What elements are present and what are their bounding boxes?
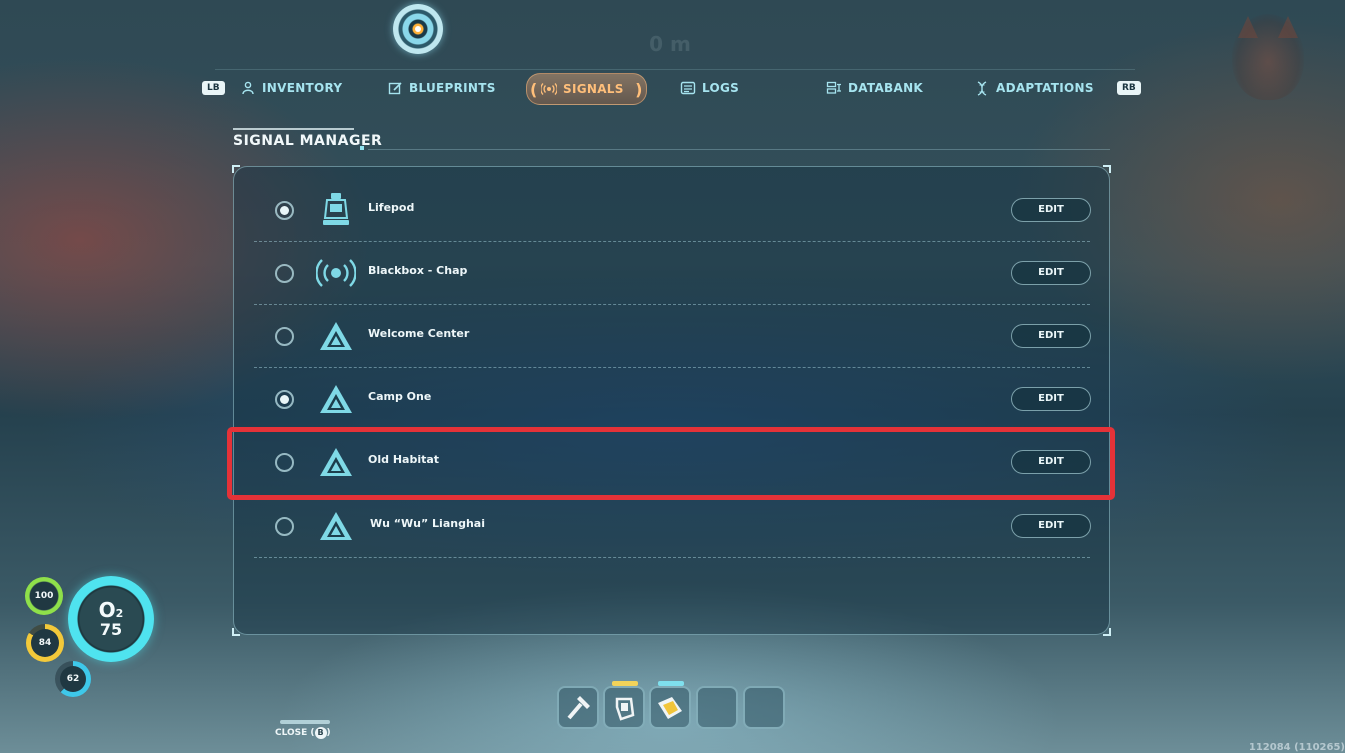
- rb-bumper-hint[interactable]: RB: [1117, 81, 1141, 95]
- wolf-emblem-icon: [1232, 14, 1304, 100]
- close-hint-glow: [280, 720, 330, 724]
- signal-name: Camp One: [368, 390, 432, 403]
- tab-signals[interactable]: SIGNALS: [526, 73, 647, 105]
- broadcast-icon: [316, 254, 356, 292]
- tab-label: ADAPTATIONS: [996, 81, 1094, 95]
- hotbar-slot-2[interactable]: [603, 686, 645, 729]
- signal-toggle-radio[interactable]: [275, 390, 294, 409]
- panel-corner: [1103, 628, 1111, 636]
- hotbar-slot-4[interactable]: [696, 686, 738, 729]
- beacon-icon: [316, 317, 356, 355]
- lb-bumper-hint[interactable]: LB: [202, 81, 225, 95]
- lifepod-icon: [316, 191, 356, 229]
- signal-toggle-radio[interactable]: [275, 327, 294, 346]
- panel-corner: [1103, 165, 1111, 173]
- edit-button[interactable]: EDIT: [1011, 324, 1091, 348]
- food-meter: 84: [26, 624, 64, 662]
- signal-name: Blackbox - Chap: [368, 264, 468, 277]
- signal-row-wu-lianghai[interactable]: Wu “Wu” Lianghai EDIT: [254, 495, 1091, 558]
- tab-label: BLUEPRINTS: [409, 81, 496, 95]
- hammer-tool-icon: [567, 695, 590, 719]
- oxygen-subscript: 2: [115, 607, 124, 620]
- tab-databank[interactable]: DATABANK: [826, 77, 923, 99]
- tab-label: LOGS: [702, 81, 740, 95]
- panel-corner: [232, 165, 240, 173]
- compass-icon: [393, 4, 443, 54]
- signal-icon: [541, 81, 557, 97]
- health-value: 100: [34, 591, 54, 601]
- signal-toggle-radio[interactable]: [275, 201, 294, 220]
- signal-toggle-radio[interactable]: [275, 517, 294, 536]
- close-suffix: ): [326, 728, 331, 738]
- blueprint-icon: [387, 80, 403, 96]
- signal-name: Wu “Wu” Lianghai: [370, 517, 485, 530]
- signal-row-camp-one[interactable]: Camp One EDIT: [254, 368, 1091, 431]
- tab-logs[interactable]: LOGS: [680, 77, 739, 99]
- hotbar-slot-5[interactable]: [743, 686, 785, 729]
- close-label: CLOSE (: [275, 728, 315, 738]
- oxygen-symbol: O: [98, 598, 116, 622]
- dna-icon: [974, 80, 990, 96]
- depth-readout: 0 m: [649, 32, 691, 56]
- log-icon: [680, 80, 696, 96]
- edit-button[interactable]: EDIT: [1011, 198, 1091, 222]
- tab-inventory[interactable]: INVENTORY: [240, 77, 342, 99]
- oxygen-value: 75: [99, 620, 123, 639]
- pda-tab-bar: LB INVENTORY BLUEPRINTS SIGNALS LOGS DAT…: [200, 70, 1145, 110]
- hotbar-slot-1[interactable]: [557, 686, 599, 729]
- food-value: 84: [38, 638, 52, 648]
- heading-divider: [368, 149, 1110, 150]
- repair-tool-icon: [658, 696, 682, 719]
- beacon-icon: [316, 507, 356, 545]
- scanner-tool-icon: [615, 697, 635, 721]
- oxygen-meter: O2 75: [68, 576, 154, 662]
- diver-icon: [240, 80, 256, 96]
- databank-icon: [826, 80, 842, 96]
- signal-row-blackbox-chap[interactable]: Blackbox - Chap EDIT: [254, 242, 1091, 305]
- coordinates-readout: 112084 (110265): [1248, 742, 1345, 753]
- tab-blueprints[interactable]: BLUEPRINTS: [387, 77, 496, 99]
- tab-label: DATABANK: [848, 81, 924, 95]
- beacon-icon: [316, 380, 356, 418]
- hotbar-slot-3[interactable]: [649, 686, 691, 729]
- close-hint[interactable]: CLOSE (B): [275, 727, 331, 739]
- tab-adaptations[interactable]: ADAPTATIONS: [974, 77, 1094, 99]
- signal-list-panel: Lifepod EDIT Blackbox - Chap EDIT Welcom…: [232, 165, 1111, 636]
- water-value: 62: [66, 674, 80, 684]
- health-meter: 100: [25, 577, 63, 615]
- signal-name: Lifepod: [368, 201, 415, 214]
- heading-underline: [233, 128, 354, 130]
- b-button-icon: B: [314, 727, 327, 739]
- tab-label: SIGNALS: [563, 82, 624, 96]
- heading-marker: [360, 146, 364, 150]
- signal-name: Welcome Center: [368, 327, 470, 340]
- signal-toggle-radio[interactable]: [275, 264, 294, 283]
- water-meter: 62: [55, 661, 91, 697]
- edit-button[interactable]: EDIT: [1011, 514, 1091, 538]
- highlight-box: [227, 427, 1115, 500]
- oxygen-label: O2: [68, 598, 154, 622]
- signal-row-welcome-center[interactable]: Welcome Center EDIT: [254, 305, 1091, 368]
- edit-button[interactable]: EDIT: [1011, 387, 1091, 411]
- panel-corner: [232, 628, 240, 636]
- edit-button[interactable]: EDIT: [1011, 261, 1091, 285]
- tab-label: INVENTORY: [262, 81, 343, 95]
- signal-row-lifepod[interactable]: Lifepod EDIT: [254, 179, 1091, 242]
